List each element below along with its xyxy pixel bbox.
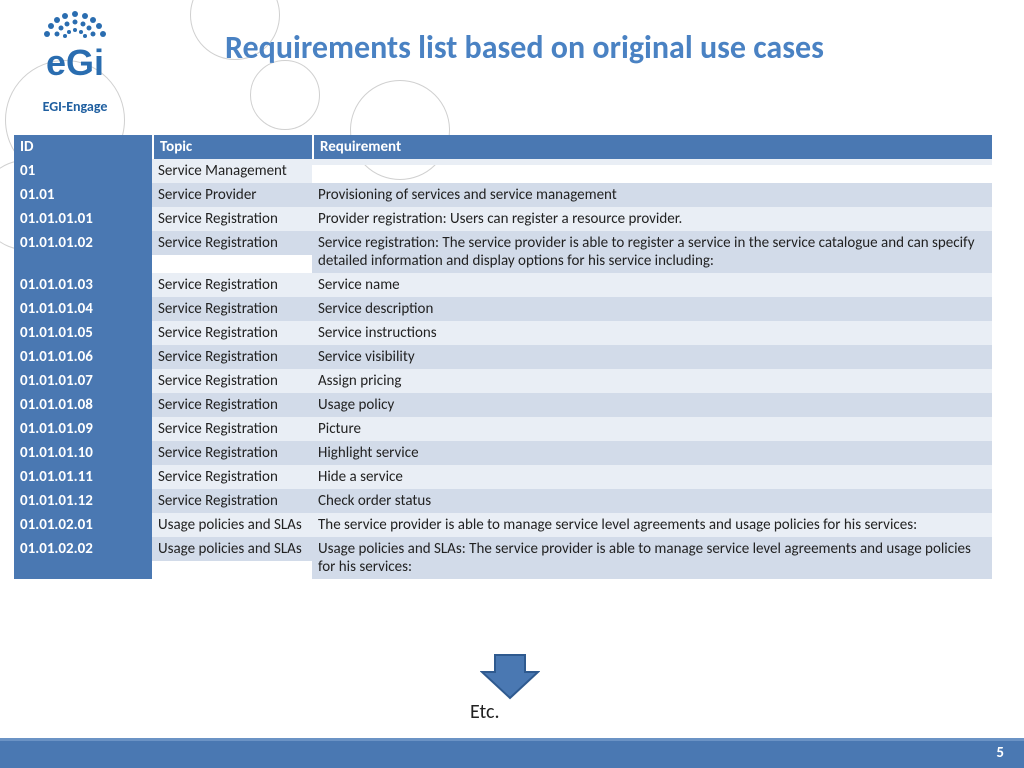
egi-logo: eGi EGI-Engage	[10, 0, 140, 115]
page-number: 5	[996, 744, 1004, 762]
table-row: 01.01.01.06Service RegistrationService v…	[14, 345, 992, 369]
cell-id: 01.01.01.06	[14, 345, 152, 369]
cell-topic: Usage policies and SLAs	[152, 513, 312, 537]
cell-req: Provisioning of services and service man…	[312, 183, 992, 207]
cell-topic: Service Registration	[152, 207, 312, 231]
cell-id: 01.01.01.05	[14, 321, 152, 345]
cell-topic: Service Registration	[152, 345, 312, 369]
cell-id: 01.01.01.10	[14, 441, 152, 465]
table-row: 01.01.01.12Service RegistrationCheck ord…	[14, 489, 992, 513]
header-topic: Topic	[152, 135, 312, 159]
cell-req: Service registration: The service provid…	[312, 231, 992, 273]
down-arrow-icon	[480, 650, 540, 700]
cell-req: Service description	[312, 297, 992, 321]
etc-label: Etc.	[470, 700, 500, 724]
cell-topic: Service Registration	[152, 231, 312, 255]
cell-topic: Service Registration	[152, 321, 312, 345]
cell-id: 01	[14, 159, 152, 183]
footer-bar: 5	[0, 738, 1024, 768]
cell-id: 01.01.01.01	[14, 207, 152, 231]
bg-circle	[250, 60, 320, 130]
cell-topic: Service Management	[152, 159, 312, 183]
table-row: 01.01.01.05Service RegistrationService i…	[14, 321, 992, 345]
cell-topic: Service Registration	[152, 369, 312, 393]
cell-req: Picture	[312, 417, 992, 441]
table-header-row: ID Topic Requirement	[14, 135, 992, 159]
table-row: 01.01.01.11Service RegistrationHide a se…	[14, 465, 992, 489]
cell-req: Usage policies and SLAs: The service pro…	[312, 537, 992, 579]
table-row: 01.01.01.09Service RegistrationPicture	[14, 417, 992, 441]
table-row: 01.01.01.03Service RegistrationService n…	[14, 273, 992, 297]
svg-text:eGi: eGi	[46, 42, 104, 83]
page-title: Requirements list based on original use …	[225, 28, 824, 67]
cell-req: Service name	[312, 273, 992, 297]
cell-topic: Service Registration	[152, 393, 312, 417]
cell-id: 01.01.01.12	[14, 489, 152, 513]
cell-topic: Service Registration	[152, 273, 312, 297]
logo-subtitle: EGI-Engage	[10, 98, 140, 115]
cell-id: 01.01.01.08	[14, 393, 152, 417]
cell-req: Service instructions	[312, 321, 992, 345]
table-row: 01.01.01.01Service RegistrationProvider …	[14, 207, 992, 231]
cell-topic: Service Registration	[152, 489, 312, 513]
cell-id: 01.01.01.11	[14, 465, 152, 489]
cell-id: 01.01.02.01	[14, 513, 152, 537]
cell-id: 01.01.02.02	[14, 537, 152, 579]
table-row: 01.01.01.02Service RegistrationService r…	[14, 231, 992, 273]
header-req: Requirement	[312, 135, 992, 159]
table-row: 01.01.02.01Usage policies and SLAsThe se…	[14, 513, 992, 537]
cell-req: Provider registration: Users can registe…	[312, 207, 992, 231]
header-id: ID	[14, 135, 152, 159]
requirements-table: ID Topic Requirement 01Service Managemen…	[14, 135, 992, 579]
cell-id: 01.01.01.07	[14, 369, 152, 393]
cell-id: 01.01.01.03	[14, 273, 152, 297]
cell-req: Service visibility	[312, 345, 992, 369]
cell-topic: Service Registration	[152, 297, 312, 321]
cell-topic: Service Registration	[152, 465, 312, 489]
table-row: 01Service Management	[14, 159, 992, 183]
cell-req	[312, 159, 992, 165]
cell-id: 01.01	[14, 183, 152, 207]
cell-id: 01.01.01.09	[14, 417, 152, 441]
cell-req: The service provider is able to manage s…	[312, 513, 992, 537]
cell-req: Check order status	[312, 489, 992, 513]
cell-topic: Usage policies and SLAs	[152, 537, 312, 561]
cell-topic: Service Registration	[152, 417, 312, 441]
cell-req: Usage policy	[312, 393, 992, 417]
table-row: 01.01.01.10Service RegistrationHighlight…	[14, 441, 992, 465]
table-row: 01.01.01.04Service RegistrationService d…	[14, 297, 992, 321]
cell-topic: Service Provider	[152, 183, 312, 207]
cell-req: Highlight service	[312, 441, 992, 465]
table-row: 01.01Service ProviderProvisioning of ser…	[14, 183, 992, 207]
cell-id: 01.01.01.04	[14, 297, 152, 321]
table-row: 01.01.02.02Usage policies and SLAsUsage …	[14, 537, 992, 579]
cell-req: Hide a service	[312, 465, 992, 489]
table-row: 01.01.01.07Service RegistrationAssign pr…	[14, 369, 992, 393]
cell-topic: Service Registration	[152, 441, 312, 465]
cell-id: 01.01.01.02	[14, 231, 152, 273]
cell-req: Assign pricing	[312, 369, 992, 393]
egi-logo-icon: eGi	[15, 0, 135, 100]
table-row: 01.01.01.08Service RegistrationUsage pol…	[14, 393, 992, 417]
